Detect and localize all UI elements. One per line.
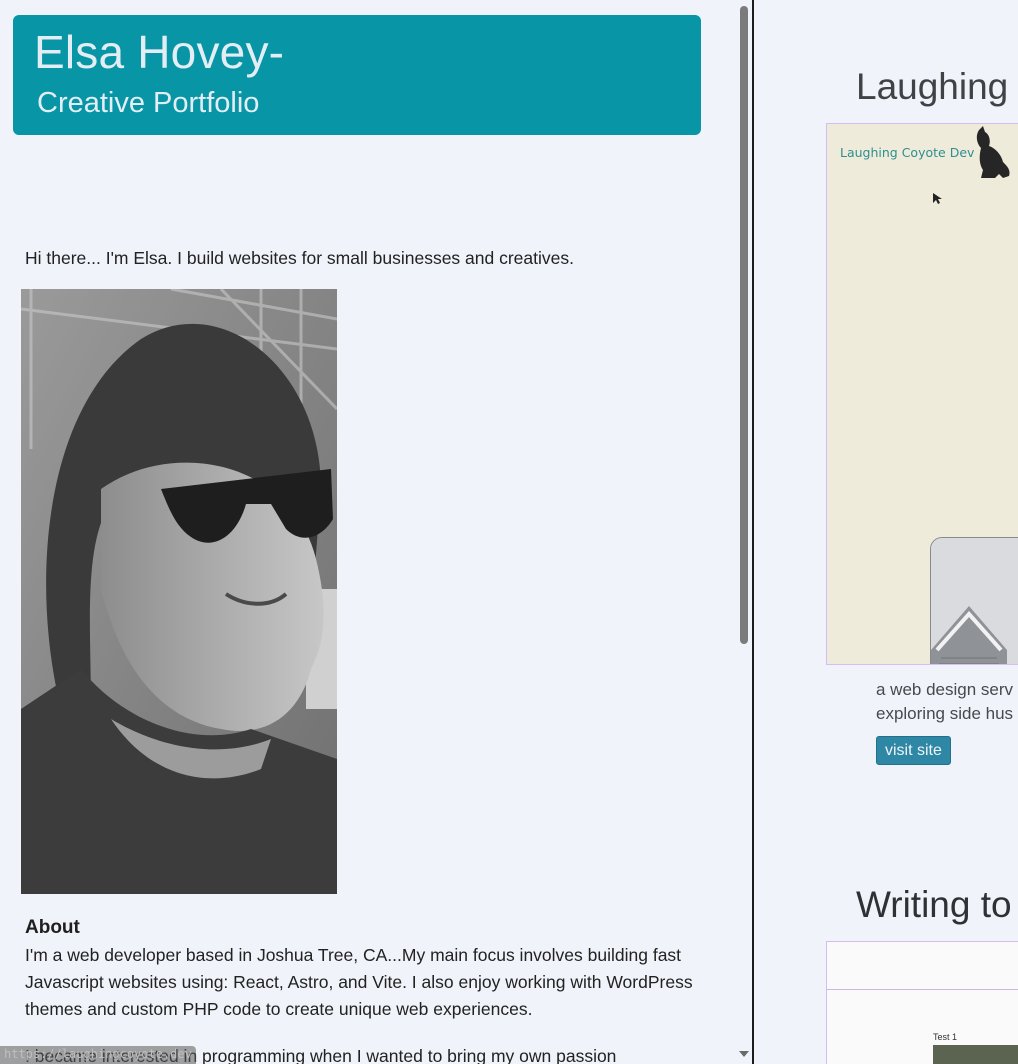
site-header: Elsa Hovey- Creative Portfolio [13,15,701,135]
project-title: Writing to [856,884,1012,925]
intro-text: Hi there... I'm Elsa. I build websites f… [25,248,574,268]
projects-right-pane: Laughing C Laughing Coyote Dev a web des… [754,0,1018,1064]
site-tagline: Creative Portfolio [37,87,260,119]
screenshot-house-image [930,537,1018,664]
screenshot-label: Test 1 [933,1032,958,1042]
screenshot-thumbnail [933,1045,1018,1064]
project-screenshot[interactable]: Test 1 [826,941,1018,1064]
screenshot-divider [827,989,1018,990]
project-description-line: a web design serv [876,680,1014,699]
portfolio-left-pane: Elsa Hovey- Creative Portfolio Hi there.… [0,0,737,1064]
mouse-pointer-icon [933,193,942,204]
coyote-howling-icon [976,126,1010,178]
chevron-down-icon[interactable] [739,1051,749,1057]
site-name: Elsa Hovey- [34,26,285,78]
portrait-photo [21,289,337,894]
about-heading: About [25,917,80,938]
left-pane-scrollbar[interactable] [737,0,752,1064]
scrollbar-thumb[interactable] [740,6,748,644]
screenshot-logo-text: Laughing Coyote Dev [840,145,975,160]
visit-site-button[interactable]: visit site [876,736,951,765]
project-screenshot[interactable]: Laughing Coyote Dev [826,123,1018,665]
project-description: a web design serv exploring side hus [876,678,1018,726]
project-description-line: exploring side hus [876,704,1014,723]
status-bar-url: https://laughingcoyote.dev [0,1046,196,1064]
project-title: Laughing C [856,66,1018,107]
about-paragraph: I'm a web developer based in Joshua Tree… [25,945,693,1019]
